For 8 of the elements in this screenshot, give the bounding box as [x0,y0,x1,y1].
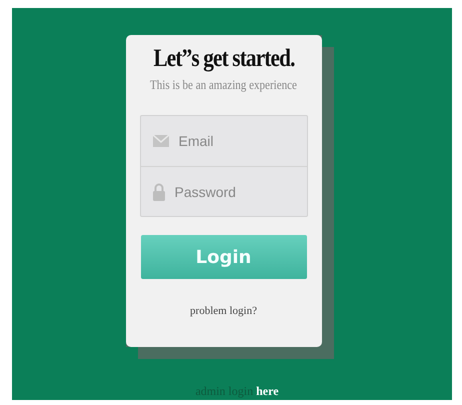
password-field[interactable]: Password [174,184,294,200]
title: Let”s get started. [152,45,294,73]
lock-icon [152,182,164,200]
email-field[interactable]: Email [178,133,298,149]
envelope-icon [152,135,168,147]
here-link[interactable]: here [256,384,279,399]
subtitle: This is be an amazing experience [150,77,297,93]
problem-login-link[interactable]: problem login? [190,305,257,317]
